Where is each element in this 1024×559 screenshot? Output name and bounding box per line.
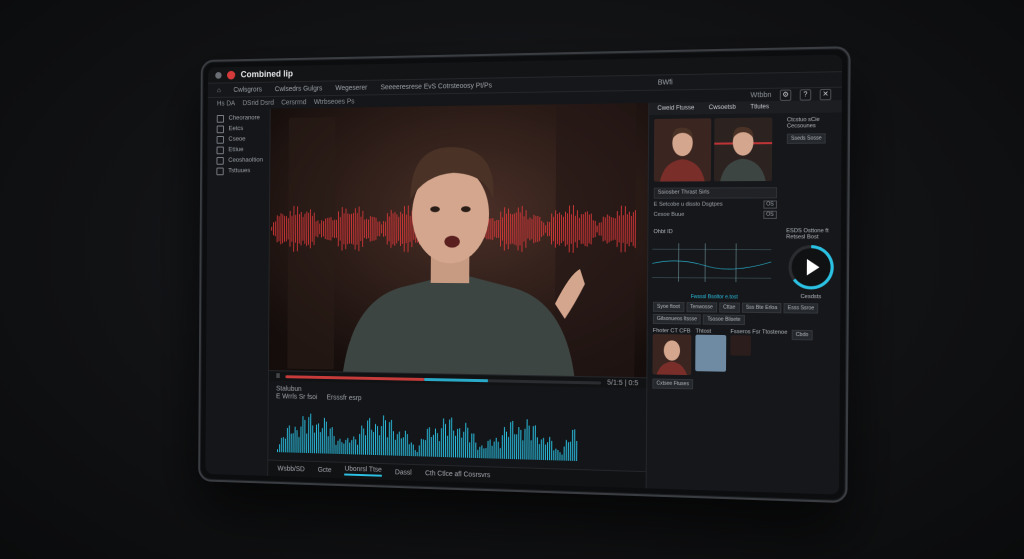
tab-1[interactable]: Cweid Ftusse <box>657 105 694 112</box>
toolbar-item-3[interactable]: Cersrrnd <box>281 99 306 106</box>
played-progress <box>285 375 424 381</box>
face-thumbnail[interactable] <box>652 334 691 375</box>
toolbar-right-label[interactable]: Wtbbn <box>750 91 771 98</box>
editor-column: II 5/1:5 | 0:5 Stalubun E Wrrls Sr fsoi … <box>268 103 648 488</box>
play-gauge[interactable] <box>786 242 837 292</box>
side-button[interactable]: Sseds Sosse <box>787 133 826 144</box>
side-button-2[interactable]: Cbdo <box>792 330 813 341</box>
gauge-label: ESDS Osttone ft Retsesl Bost <box>786 228 837 240</box>
help-icon[interactable]: ? <box>800 89 812 100</box>
cyan-audio-waveform <box>276 400 638 465</box>
toolbar-item-2[interactable]: DSrid Dsrd <box>243 99 274 106</box>
menu-item-3[interactable]: Wegeserer <box>335 84 367 91</box>
monitor: Combined lip ⌂ Cwlsgrors Cwlsedrs Gulgrs… <box>198 46 851 503</box>
home-icon[interactable]: ⌂ <box>217 87 221 94</box>
sidebar-item-3[interactable]: Cseoe <box>208 134 270 145</box>
preset-5[interactable]: Esss Ssroe <box>783 303 818 314</box>
menu-item-1[interactable]: Cwlsgrors <box>233 86 261 93</box>
play-pause-icon[interactable]: II <box>276 373 280 380</box>
camera-icon <box>216 157 223 165</box>
chart-label: Ohbt ID <box>653 229 776 235</box>
gauge-caption: Cesdsts <box>786 294 837 301</box>
scene-thumbnail[interactable] <box>695 335 726 372</box>
footer-button[interactable]: Cxtsee Ftuses <box>652 378 693 389</box>
link-icon <box>217 125 224 133</box>
preset-7[interactable]: Tsosoe Blisete <box>703 314 745 325</box>
menu-center-label: BWfi <box>658 79 673 86</box>
toolbar-item-4[interactable]: Wtrbseoes Ps <box>314 98 355 105</box>
toolbar-item-1[interactable]: Hs DA <box>217 100 235 107</box>
menu-item-2[interactable]: Cwlsedrs Gulgrs <box>275 85 323 93</box>
inspector-panel: Cweid Ftusse Cwsoetsb Ttlutes Ssiosber T… <box>646 100 842 495</box>
audio-timeline[interactable]: Stalubun E Wrrls Sr fsoi Ersssfr esrp <box>268 381 646 471</box>
sidebar-item-1[interactable]: Cheoranore <box>208 112 270 123</box>
sidebar: Cheoranore Eetcs Cseoe Ettiue Ceoshaolti… <box>205 109 270 476</box>
sidebar-item-6[interactable]: Tsttuues <box>207 165 269 176</box>
bottom-item-5[interactable]: Cth Ctlce afl Cosrsvrs <box>425 470 490 479</box>
preset-4[interactable]: Sss Bte Erloa <box>742 303 782 314</box>
bottom-item-3[interactable]: Ubonrsl Ttse <box>345 466 382 477</box>
bottom-item-2[interactable]: Gcte <box>318 466 332 473</box>
tab-2[interactable]: Cwsoetsb <box>709 105 736 111</box>
menu-item-4[interactable]: Seeeeresrese EvS Cotrsteoosy Pt/Ps <box>381 82 493 91</box>
preset-6[interactable]: Gilsonueos Itssse <box>653 314 701 325</box>
video-preview[interactable] <box>269 103 648 378</box>
grid-icon <box>217 115 224 123</box>
sidebar-item-4[interactable]: Ettiue <box>207 144 269 155</box>
window-control-dot[interactable] <box>215 72 221 79</box>
stage: Combined lip ⌂ Cwlsgrors Cwlsedrs Gulgrs… <box>0 0 1024 559</box>
preset-1[interactable]: Syoe ftoot <box>653 302 684 312</box>
film-icon <box>216 167 223 175</box>
reference-thumbnails <box>649 113 783 185</box>
side-label: Ctcstuo sCie Cecsounes <box>787 117 838 130</box>
preview-frame <box>269 103 648 377</box>
thumbnail-2[interactable] <box>714 117 772 181</box>
close-icon[interactable]: ✕ <box>820 88 832 100</box>
setting-row-2: Cesoe Buue OS <box>654 211 777 219</box>
sidebar-item-5[interactable]: Ceoshaoltion <box>207 155 269 166</box>
tab-3[interactable]: Ttlutes <box>750 104 769 110</box>
bottom-item-4[interactable]: Dassl <box>395 469 412 476</box>
app-window: Combined lip ⌂ Cwlsgrors Cwlsedrs Gulgrs… <box>205 55 842 495</box>
lip-sync-chart <box>648 237 778 288</box>
small-thumbnail[interactable] <box>730 335 751 356</box>
preset-3[interactable]: Cttae <box>719 302 740 312</box>
workspace: Cheoranore Eetcs Cseoe Ettiue Ceoshaolti… <box>205 100 841 495</box>
timecode: 5/1:5 | 0:5 <box>607 379 638 387</box>
setting-row-1: E Setcobe u dissto Dsgtpes OS <box>654 200 777 208</box>
preset-buttons: Syoe ftoot Tenwosse Cttae Sss Bte Erloa … <box>648 300 841 329</box>
sidebar-item-2[interactable]: Eetcs <box>208 123 270 134</box>
apply-button[interactable]: Fwsssl Bsoltor e.tost <box>648 294 782 301</box>
bottom-item-1[interactable]: Wsbb/SD <box>277 465 304 473</box>
preset-2[interactable]: Tenwosse <box>686 302 717 312</box>
settings-icon[interactable]: ⚙ <box>780 89 792 100</box>
app-title: Combined lip <box>241 69 293 80</box>
style-field[interactable]: Ssiosber Thrast Sirls <box>654 187 777 199</box>
copy-icon <box>217 136 224 144</box>
thumbnail-1[interactable] <box>654 118 712 181</box>
buffered-progress <box>424 378 487 382</box>
toggle-chip-1[interactable]: OS <box>763 200 777 208</box>
folder-icon <box>217 146 224 154</box>
app-logo-icon <box>227 70 235 79</box>
toggle-chip-2[interactable]: OS <box>763 211 777 219</box>
